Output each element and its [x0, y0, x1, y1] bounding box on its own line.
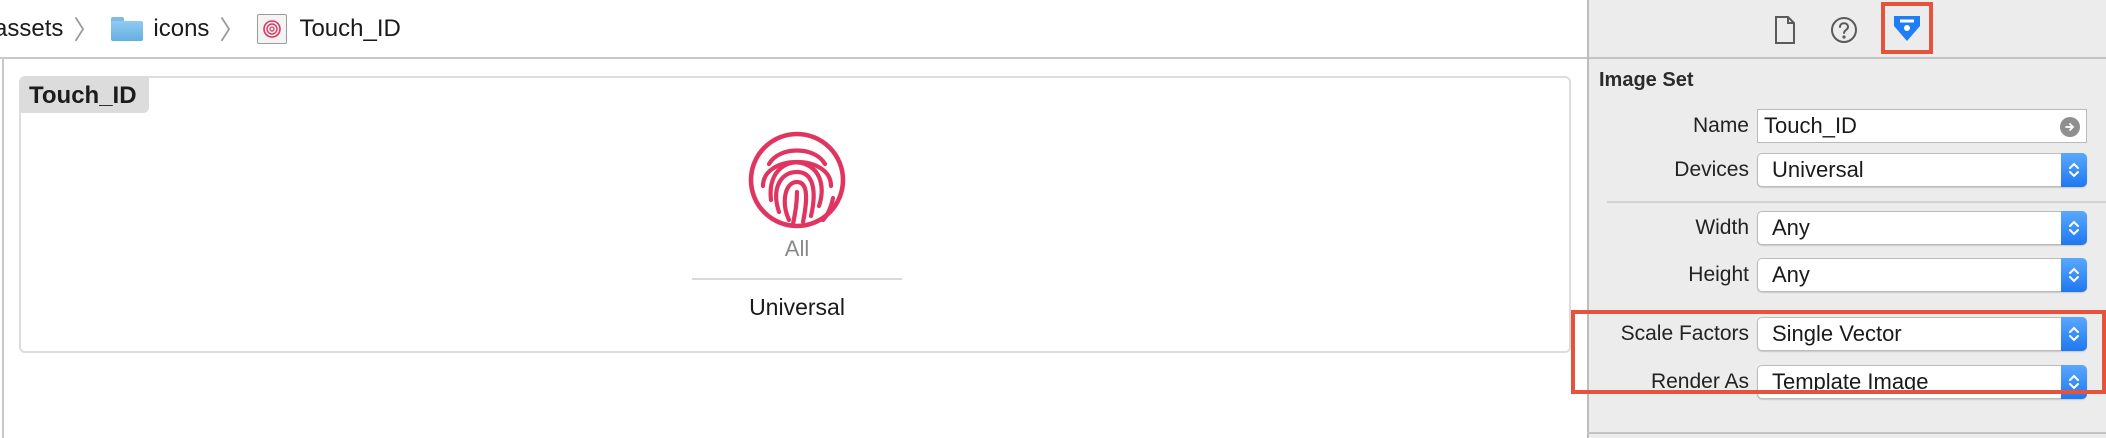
breadcrumb-label: icons: [153, 14, 210, 42]
question-icon: [1831, 17, 1857, 43]
attributes-inspector-button[interactable]: [1881, 2, 1933, 54]
name-value: Touch_ID: [1764, 113, 1857, 138]
name-field[interactable]: Touch_ID: [1757, 109, 2087, 143]
render-as-popup[interactable]: Template Image: [1757, 365, 2087, 399]
go-arrow-icon[interactable]: [2060, 117, 2080, 137]
width-value: Any: [1772, 215, 1810, 240]
render-as-label: Render As: [1650, 370, 1749, 393]
scale-factors-popup[interactable]: Single Vector: [1757, 317, 2087, 351]
breadcrumb-assets[interactable]: assets: [0, 0, 63, 58]
image-set-name-tag: Touch_ID: [21, 78, 149, 113]
popup-arrows-icon: [2061, 317, 2087, 351]
section-title: Image Set: [1599, 69, 1694, 91]
scale-factors-label: Scale Factors: [1620, 322, 1749, 345]
jump-bar: assets 〉 icons 〉 Touch_ID: [0, 0, 1587, 59]
scale-factors-value: Single Vector: [1772, 321, 1902, 346]
quick-help-button[interactable]: [1824, 10, 1864, 50]
asset-canvas: Touch_ID All Universal: [4, 61, 1587, 438]
folder-icon: [111, 16, 144, 41]
slot-divider: [692, 278, 902, 280]
file-inspector-button[interactable]: [1765, 10, 1805, 50]
devices-label: Devices: [1674, 158, 1749, 181]
image-set-icon: [257, 13, 288, 44]
breadcrumb-label: Touch_ID: [299, 14, 401, 42]
breadcrumb-touch-id[interactable]: Touch_ID: [257, 0, 401, 58]
device-label: Universal: [749, 294, 845, 320]
inspector-bottom-border: [1587, 432, 2106, 434]
render-as-row: Render As Template Image: [1589, 365, 2106, 399]
scale-factors-row: Scale Factors Single Vector: [1589, 317, 2106, 351]
popup-arrows-icon: [2061, 211, 2087, 245]
breadcrumb-separator: 〉: [73, 15, 100, 45]
width-row: Width Any: [1589, 211, 2106, 245]
breadcrumb-label: assets: [0, 14, 64, 42]
file-icon: [1775, 16, 1795, 44]
image-set-box[interactable]: Touch_ID All Universal: [19, 76, 1571, 353]
width-popup[interactable]: Any: [1757, 211, 2087, 245]
popup-arrows-icon: [2061, 153, 2087, 187]
devices-row: Devices Universal: [1589, 153, 2106, 187]
attributes-inspector-icon: [1894, 16, 1920, 41]
height-label: Height: [1688, 263, 1749, 286]
image-slot-universal[interactable]: All Universal: [692, 128, 902, 328]
inspector-divider: [1607, 201, 2106, 203]
popup-arrows-icon: [2061, 258, 2087, 292]
height-row: Height Any: [1589, 258, 2106, 292]
name-row: Name Touch_ID: [1589, 109, 2106, 143]
breadcrumb-icons[interactable]: icons: [111, 0, 209, 58]
name-label: Name: [1692, 114, 1749, 137]
xcode-asset-catalog-window: assets 〉 icons 〉 Touch_ID Touch_ID All U…: [0, 0, 2106, 438]
popup-arrows-icon: [2061, 365, 2087, 399]
render-as-value: Template Image: [1772, 369, 1929, 394]
devices-popup[interactable]: Universal: [1757, 153, 2087, 187]
breadcrumb-separator: 〉: [219, 15, 246, 45]
height-value: Any: [1772, 262, 1810, 287]
height-popup[interactable]: Any: [1757, 258, 2087, 292]
asset-editor: assets 〉 icons 〉 Touch_ID Touch_ID All U…: [0, 0, 1587, 438]
inspector-panel: Image Set Name Touch_ID Devices Universa…: [1587, 0, 2106, 438]
devices-value: Universal: [1772, 157, 1864, 182]
inspector-toolbar: [1589, 0, 2106, 59]
fingerprint-icon: [748, 131, 846, 229]
width-label: Width: [1695, 216, 1749, 239]
scale-label: All: [784, 236, 810, 261]
